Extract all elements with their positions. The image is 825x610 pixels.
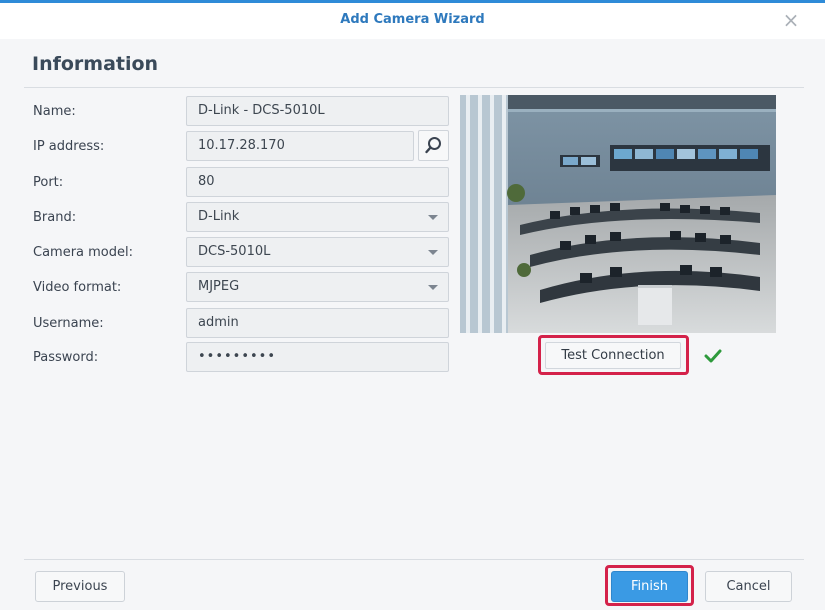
close-icon[interactable]: ×	[779, 8, 803, 32]
check-icon	[704, 349, 722, 363]
dialog-titlebar: Add Camera Wizard ×	[0, 3, 825, 39]
username-field[interactable]: admin	[186, 308, 449, 338]
name-label: Name:	[33, 104, 76, 119]
add-camera-wizard-dialog: Add Camera Wizard × Information Name: D-…	[0, 0, 825, 610]
search-button[interactable]	[418, 130, 449, 161]
test-connection-button[interactable]: Test Connection	[545, 342, 681, 369]
username-label: Username:	[33, 316, 104, 331]
port-field[interactable]: 80	[186, 167, 449, 197]
video-format-select-value: MJPEG	[198, 279, 240, 294]
camera-preview-image	[460, 95, 776, 333]
video-format-select[interactable]: MJPEG	[186, 272, 449, 302]
chevron-down-icon	[428, 215, 438, 220]
password-field[interactable]: •••••••••	[186, 342, 449, 372]
dialog-title: Add Camera Wizard	[340, 12, 485, 27]
camera-model-label: Camera model:	[33, 245, 134, 260]
camera-model-select-value: DCS-5010L	[198, 244, 271, 259]
ip-address-field[interactable]: 10.17.28.170	[186, 131, 414, 161]
chevron-down-icon	[428, 285, 438, 290]
control-room-illustration	[460, 95, 776, 333]
footer-divider	[24, 559, 804, 560]
name-field[interactable]: D-Link - DCS-5010L	[186, 96, 449, 126]
ip-address-label: IP address:	[33, 139, 105, 154]
brand-select-value: D-Link	[198, 209, 240, 224]
cancel-button[interactable]: Cancel	[705, 571, 792, 602]
heading-divider	[24, 87, 804, 88]
camera-model-select[interactable]: DCS-5010L	[186, 237, 449, 267]
brand-label: Brand:	[33, 210, 77, 225]
previous-button[interactable]: Previous	[35, 571, 125, 602]
port-label: Port:	[33, 175, 64, 190]
finish-button[interactable]: Finish	[611, 571, 688, 602]
chevron-down-icon	[428, 250, 438, 255]
brand-select[interactable]: D-Link	[186, 202, 449, 232]
section-heading: Information	[32, 53, 159, 75]
video-format-label: Video format:	[33, 280, 122, 295]
password-label: Password:	[33, 350, 99, 365]
search-icon	[425, 137, 441, 154]
